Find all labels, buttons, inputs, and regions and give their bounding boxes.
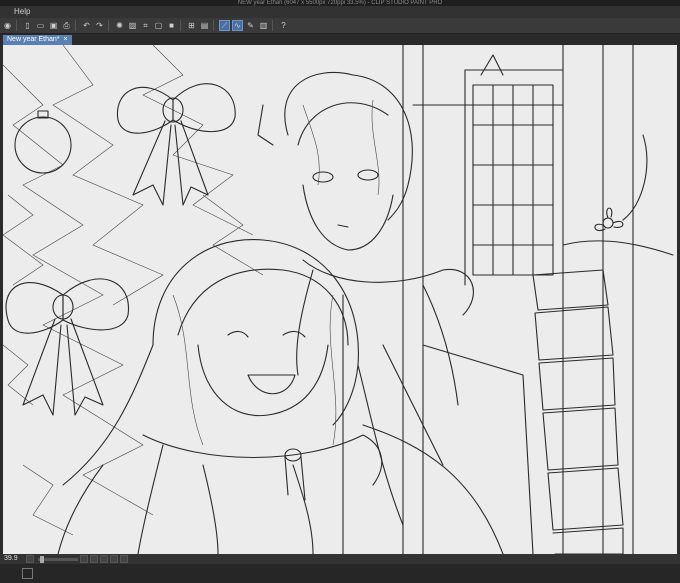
help-icon[interactable]: ? <box>278 20 289 31</box>
spinner-icon[interactable]: ✺ <box>114 20 125 31</box>
clear-icon[interactable]: ▢ <box>153 20 164 31</box>
status-bar: 39.9 <box>0 554 680 564</box>
divider <box>16 20 17 31</box>
divider <box>75 20 76 31</box>
navigator-icon[interactable]: ◉ <box>2 20 13 31</box>
grid-icon[interactable]: ⊞ <box>186 20 197 31</box>
snap-special-icon[interactable]: ∿ <box>232 20 243 31</box>
zoom-slider[interactable] <box>38 555 78 563</box>
zoom-out-button[interactable] <box>26 555 34 563</box>
document-tabs: New year Ethan* × <box>0 34 680 45</box>
divider <box>272 20 273 31</box>
layer-icon[interactable]: ▥ <box>258 20 269 31</box>
save-icon[interactable]: ▣ <box>48 20 59 31</box>
close-icon[interactable]: × <box>64 35 68 45</box>
new-file-icon[interactable]: ▯ <box>22 20 33 31</box>
flip-button[interactable] <box>120 555 128 563</box>
open-icon[interactable]: ▭ <box>35 20 46 31</box>
fill-icon[interactable]: ▨ <box>127 20 138 31</box>
command-bar: ◉ ▯ ▭ ▣ ⎙ ↶ ↷ ✺ ▨ ⌗ ▢ ■ ⊞ ▤ ⟋ ∿ ✎ ▥ ? <box>0 18 680 34</box>
pen-stabilize-icon[interactable]: ✎ <box>245 20 256 31</box>
snap-ruler-icon[interactable]: ⟋ <box>219 20 230 31</box>
zoom-slider-knob[interactable] <box>40 555 44 563</box>
divider <box>180 20 181 31</box>
tab-new-year-ethan[interactable]: New year Ethan* × <box>3 35 72 45</box>
transform-icon[interactable]: ⌗ <box>140 20 151 31</box>
zoom-level[interactable]: 39.9 <box>4 554 24 564</box>
divider <box>108 20 109 31</box>
stop-icon[interactable]: ■ <box>166 20 177 31</box>
menu-bar: Help <box>0 6 680 18</box>
zoom-in-button[interactable] <box>80 555 88 563</box>
line-art-illustration <box>3 45 677 554</box>
fit-button[interactable] <box>90 555 98 563</box>
divider <box>213 20 214 31</box>
redo-icon[interactable]: ↷ <box>94 20 105 31</box>
canvas[interactable] <box>3 45 677 554</box>
rotate-button[interactable] <box>110 555 118 563</box>
ruler-icon[interactable]: ▤ <box>199 20 210 31</box>
menu-help[interactable]: Help <box>14 7 30 16</box>
actual-size-button[interactable] <box>100 555 108 563</box>
bottom-panel <box>0 564 680 583</box>
print-icon[interactable]: ⎙ <box>61 20 72 31</box>
panel-icon[interactable] <box>22 568 33 579</box>
tab-label: New year Ethan* <box>7 36 60 43</box>
undo-icon[interactable]: ↶ <box>81 20 92 31</box>
